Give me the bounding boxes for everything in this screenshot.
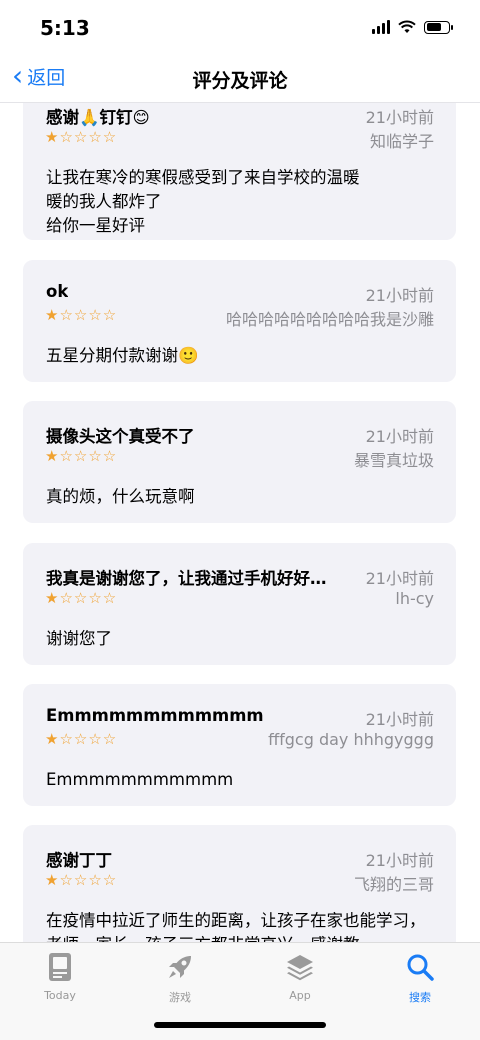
tab-label: Today <box>44 989 76 1002</box>
review-author: 暴雪真垃圾 <box>353 451 434 470</box>
star-filled-icon: ★ <box>45 730 60 748</box>
star-rating: ★☆☆☆☆ <box>45 306 117 324</box>
review-card[interactable]: 我真是谢谢您了，让我通过手机好好… 21小时前 ★☆☆☆☆ lh-cy 谢谢您了 <box>23 543 456 665</box>
navigation-bar: ‹ 返回 评分及评论 <box>0 56 480 103</box>
review-title: Emmmmmmmmmmmm <box>46 706 264 725</box>
review-card[interactable]: Emmmmmmmmmmmm 21小时前 ★☆☆☆☆ fffgcg day hhh… <box>23 684 456 806</box>
review-title: 摄像头这个真受不了 <box>46 427 195 446</box>
review-body: 让我在寒冷的寒假感受到了来自学校的温暖 暖的我人都炸了 给你一星好评 <box>46 168 360 235</box>
layers-icon <box>287 955 313 981</box>
tab-label: 搜索 <box>409 991 431 1004</box>
review-card[interactable]: 感谢丁丁 21小时前 ★☆☆☆☆ 飞翔的三哥 在疫情中拉近了师生的距离，让孩子在… <box>23 825 456 942</box>
review-body: Emmmmmmmmmmm <box>46 770 234 789</box>
status-icons <box>372 20 453 34</box>
review-title: 感谢🙏钉钉😊 <box>46 108 150 127</box>
star-filled-icon: ★ <box>45 447 60 465</box>
page-title: 评分及评论 <box>192 70 288 92</box>
status-time: 5:13 <box>40 16 90 40</box>
home-indicator[interactable] <box>154 1022 326 1028</box>
star-rating: ★☆☆☆☆ <box>45 589 117 607</box>
review-card[interactable]: 感谢🙏钉钉😊 21小时前 ★☆☆☆☆ 知临学子 让我在寒冷的寒假感受到了来自学校… <box>23 102 456 240</box>
search-icon <box>407 954 434 981</box>
review-author: fffgcg day hhhgyggg <box>268 730 434 749</box>
star-filled-icon: ★ <box>45 128 60 146</box>
rocket-icon <box>169 956 191 978</box>
review-date: 21小时前 <box>365 427 434 446</box>
tab-apps[interactable]: App <box>260 951 340 1002</box>
star-empty-icon: ☆☆☆☆ <box>59 306 118 324</box>
review-date: 21小时前 <box>365 108 434 127</box>
star-filled-icon: ★ <box>45 871 60 889</box>
tab-label: 游戏 <box>169 991 191 1004</box>
tab-label: App <box>289 989 311 1002</box>
review-author: 知临学子 <box>369 132 434 151</box>
star-empty-icon: ☆☆☆☆ <box>59 447 118 465</box>
star-filled-icon: ★ <box>45 306 60 324</box>
review-body: 在疫情中拉近了师生的距离，让孩子在家也能学习，老师，家长，孩子三方都非常高兴，感… <box>46 911 426 942</box>
tab-games[interactable]: 游戏 <box>140 951 220 1005</box>
star-empty-icon: ☆☆☆☆ <box>59 589 118 607</box>
review-author: lh-cy <box>395 589 434 608</box>
star-rating: ★☆☆☆☆ <box>45 447 117 465</box>
star-rating: ★☆☆☆☆ <box>45 871 117 889</box>
star-empty-icon: ☆☆☆☆ <box>59 730 118 748</box>
today-icon <box>49 953 71 981</box>
review-body: 五星分期付款谢谢🙂 <box>46 346 199 365</box>
star-filled-icon: ★ <box>45 589 60 607</box>
review-body: 谢谢您了 <box>46 629 112 648</box>
review-author: 哈哈哈哈哈哈哈哈哈我是沙雕 <box>225 310 434 329</box>
review-date: 21小时前 <box>365 851 434 870</box>
star-empty-icon: ☆☆☆☆ <box>59 871 118 889</box>
review-date: 21小时前 <box>365 710 434 729</box>
review-title: 我真是谢谢您了，让我通过手机好好… <box>46 569 327 588</box>
review-author: 飞翔的三哥 <box>353 875 434 894</box>
review-card[interactable]: ok 21小时前 ★☆☆☆☆ 哈哈哈哈哈哈哈哈哈我是沙雕 五星分期付款谢谢🙂 <box>23 260 456 382</box>
star-empty-icon: ☆☆☆☆ <box>59 128 118 146</box>
review-title: ok <box>46 282 69 301</box>
cellular-signal-icon <box>372 20 390 34</box>
review-body: 真的烦，什么玩意啊 <box>46 487 195 506</box>
wifi-icon <box>398 20 416 33</box>
star-rating: ★☆☆☆☆ <box>45 128 117 146</box>
battery-icon <box>424 20 453 34</box>
tab-today[interactable]: Today <box>20 951 100 1002</box>
review-date: 21小时前 <box>365 569 434 588</box>
review-card[interactable]: 摄像头这个真受不了 21小时前 ★☆☆☆☆ 暴雪真垃圾 真的烦，什么玩意啊 <box>23 401 456 523</box>
star-rating: ★☆☆☆☆ <box>45 730 117 748</box>
status-bar: 5:13 <box>0 0 480 56</box>
tab-search[interactable]: 搜索 <box>380 951 460 1005</box>
review-date: 21小时前 <box>365 286 434 305</box>
review-title: 感谢丁丁 <box>46 851 112 870</box>
reviews-list[interactable]: 感谢🙏钉钉😊 21小时前 ★☆☆☆☆ 知临学子 让我在寒冷的寒假感受到了来自学校… <box>0 102 480 942</box>
